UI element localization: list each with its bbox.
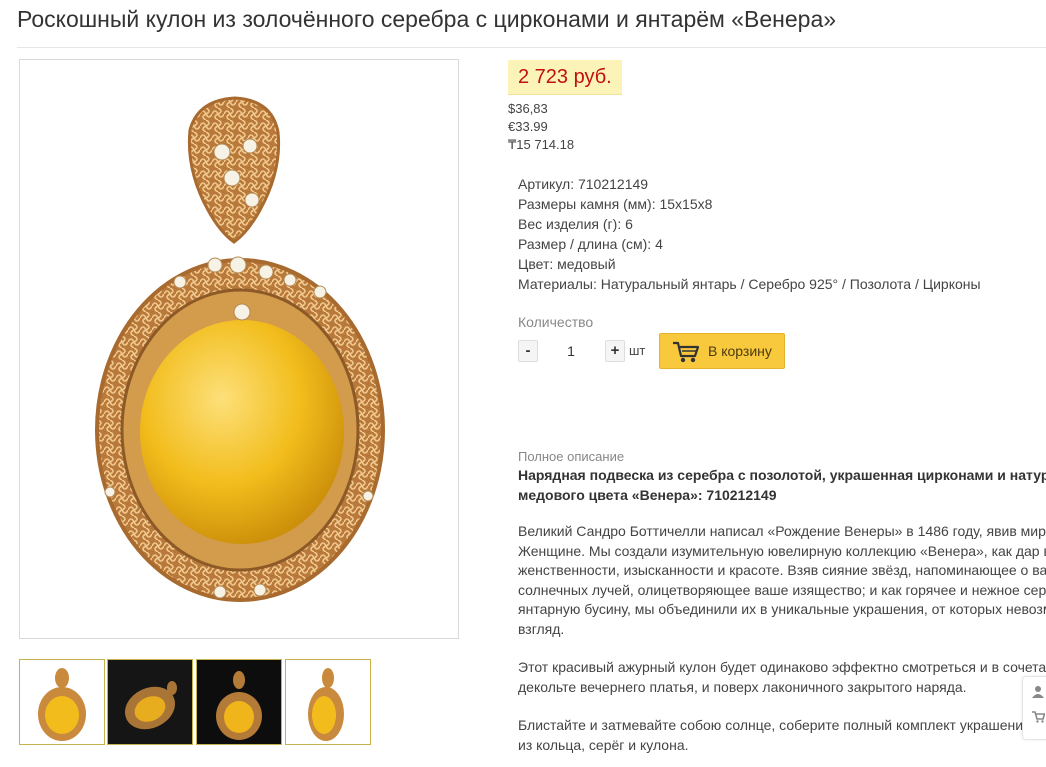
description-paragraph-2: Этот красивый ажурный кулон будет одинак… bbox=[518, 658, 1046, 697]
cart-icon[interactable] bbox=[1032, 711, 1046, 726]
price-eur: €33.99 bbox=[508, 119, 548, 134]
title-divider bbox=[17, 47, 1046, 48]
quantity-unit: шт bbox=[629, 343, 646, 358]
price-main: 2 723 руб. bbox=[508, 60, 622, 95]
price-usd: $36,83 bbox=[508, 101, 548, 116]
description-line: взгляд. bbox=[518, 620, 565, 637]
thumbnail-1[interactable] bbox=[19, 659, 105, 745]
spec-materials: Материалы: Натуральный янтарь / Серебро … bbox=[518, 276, 981, 292]
description-title-line-1: Нарядная подвеска из серебра с позолотой… bbox=[518, 467, 1046, 483]
spec-stone-size: Размеры камня (мм): 15х15х8 bbox=[518, 196, 713, 212]
description-line: женственности, изысканности и красоте. В… bbox=[518, 562, 1046, 578]
description-line: Блистайте и затмевайте собою солнце, соб… bbox=[518, 717, 1024, 733]
description-line: декольте вечернего платья, и поверх лако… bbox=[518, 678, 967, 695]
description-title-line-2: медового цвета «Венера»: 710212149 bbox=[518, 487, 777, 503]
thumbnail-3[interactable] bbox=[196, 659, 282, 745]
quantity-input[interactable] bbox=[543, 340, 599, 362]
page-title: Роскошный кулон из золочённого серебра с… bbox=[17, 6, 837, 32]
cart-icon bbox=[672, 340, 700, 369]
spec-article: Артикул: 710212149 bbox=[518, 176, 649, 192]
description-paragraph-3: Блистайте и затмевайте собою солнце, соб… bbox=[518, 716, 1046, 755]
thumbnail-2[interactable] bbox=[107, 659, 193, 745]
description-line: Женщине. Мы создали изумительную ювелирн… bbox=[518, 542, 1046, 559]
main-product-image[interactable] bbox=[19, 59, 459, 639]
thumbnail-4[interactable] bbox=[285, 659, 371, 745]
full-description: Полное описание Нарядная подвеска из сер… bbox=[518, 448, 1046, 755]
description-line: янтарную бусину, мы объединили их в уник… bbox=[518, 601, 1046, 617]
description-line: солнечных лучей, олицетворяющее ваше изя… bbox=[518, 581, 1046, 598]
pendant-illustration bbox=[95, 96, 385, 602]
description-line: из кольца, серёг и кулона. bbox=[518, 736, 689, 753]
description-paragraph-1: Великий Сандро Боттичелли написал «Рожде… bbox=[518, 522, 1046, 639]
quantity-label: Количество bbox=[518, 314, 594, 330]
description-line: Великий Сандро Боттичелли написал «Рожде… bbox=[518, 523, 1046, 539]
floating-side-toolbar bbox=[1022, 676, 1046, 740]
spec-color: Цвет: медовый bbox=[518, 256, 616, 272]
add-to-cart-button[interactable]: В корзину bbox=[659, 333, 785, 369]
product-specs: Артикул: 710212149 Размеры камня (мм): 1… bbox=[518, 174, 1046, 294]
quantity-increase-button[interactable]: + bbox=[605, 340, 625, 362]
description-heading: Полное описание bbox=[518, 449, 625, 464]
quantity-decrease-button[interactable]: - bbox=[518, 340, 538, 362]
spec-length: Размер / длина (см): 4 bbox=[518, 236, 663, 252]
add-to-cart-label: В корзину bbox=[708, 343, 772, 359]
price-kzt: ₸15 714.18 bbox=[508, 137, 575, 152]
spec-weight: Вес изделия (г): 6 bbox=[518, 216, 633, 232]
user-icon[interactable] bbox=[1032, 685, 1044, 701]
description-line: Этот красивый ажурный кулон будет одинак… bbox=[518, 659, 1046, 675]
